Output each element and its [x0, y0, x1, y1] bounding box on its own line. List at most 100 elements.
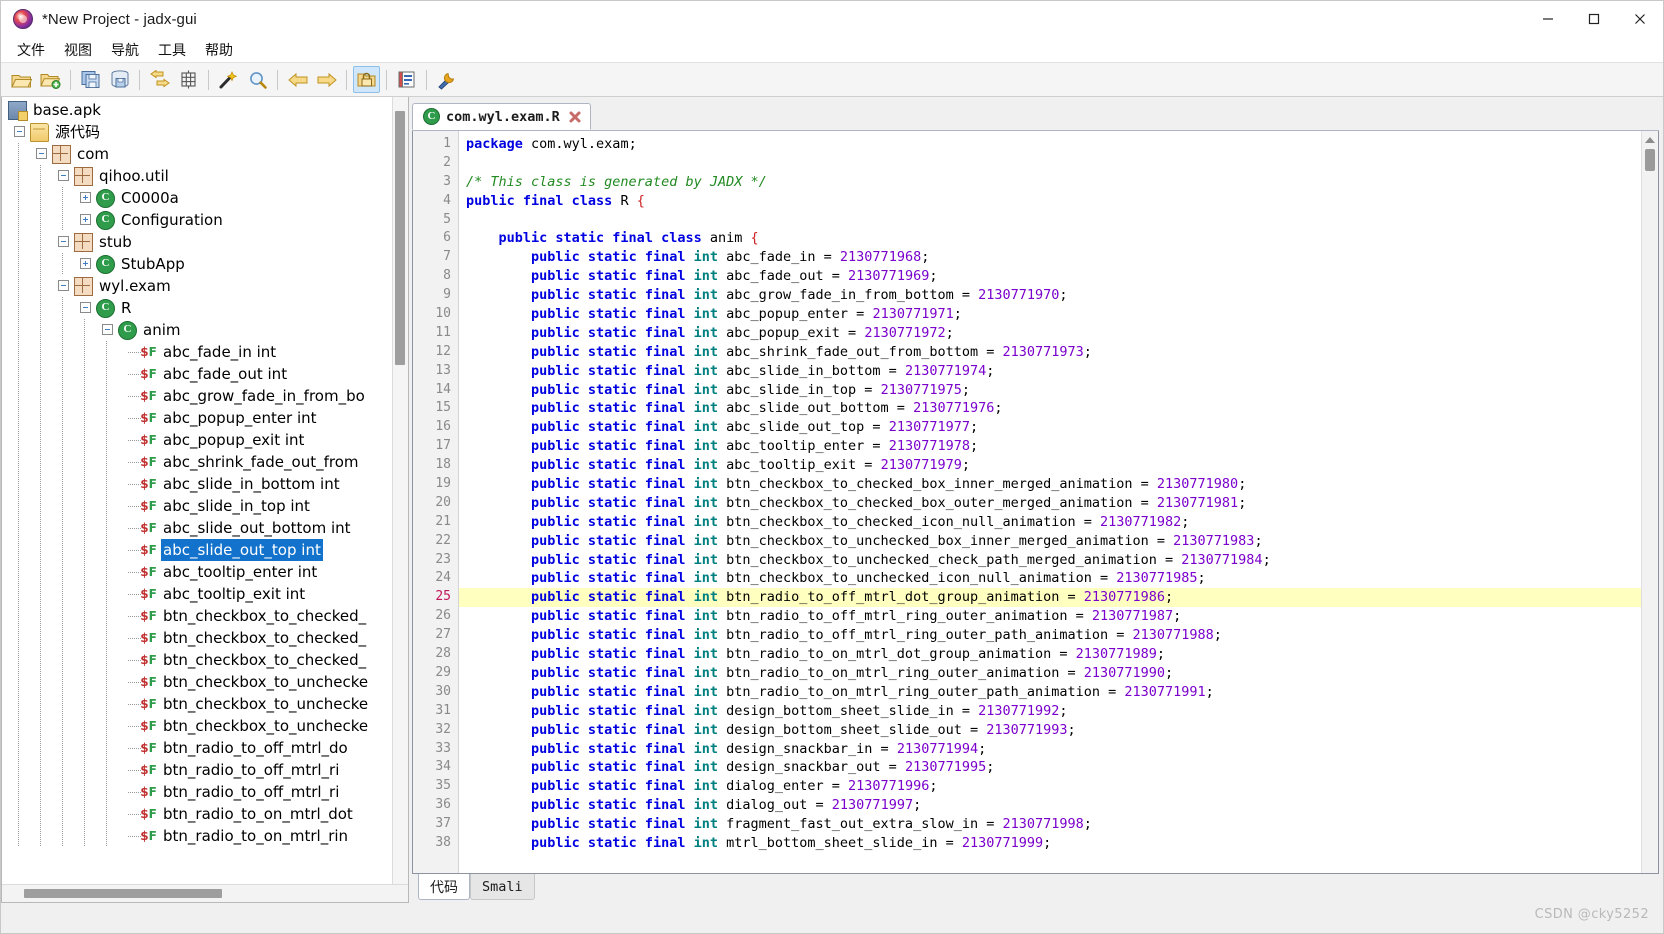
code-line[interactable]: public static final int btn_checkbox_to_… — [459, 513, 1641, 532]
code-line[interactable]: public final class R { — [459, 192, 1641, 211]
export-gradle-icon[interactable] — [106, 66, 133, 93]
menu-item-view[interactable]: 视图 — [55, 38, 101, 62]
tree-node[interactable]: $F abc_slide_out_top int — [2, 539, 408, 561]
close-icon[interactable] — [1617, 1, 1663, 37]
menu-item-navigation[interactable]: 导航 — [102, 38, 148, 62]
code-line[interactable]: public static final int design_bottom_sh… — [459, 721, 1641, 740]
collapse-node-icon[interactable] — [58, 170, 69, 181]
minimize-icon[interactable] — [1525, 1, 1571, 37]
close-tab-icon[interactable] — [568, 109, 583, 124]
tree-vscroll-thumb[interactable] — [395, 111, 405, 365]
code-vscroll-thumb[interactable] — [1645, 149, 1655, 171]
code-line-highlighted[interactable]: public static final int btn_radio_to_off… — [459, 588, 1641, 608]
deobfuscation-icon[interactable] — [215, 66, 242, 93]
code-line[interactable]: public static final int dialog_enter = 2… — [459, 777, 1641, 796]
flatten-packages-icon[interactable] — [175, 66, 202, 93]
code-line[interactable]: public static final int abc_slide_out_to… — [459, 418, 1641, 437]
editor-tab-com-wyl-exam-r[interactable]: C com.wyl.exam.R — [412, 103, 591, 130]
tree-node[interactable]: $F btn_checkbox_to_checked_ — [2, 605, 408, 627]
back-icon[interactable] — [284, 66, 311, 93]
search-icon[interactable] — [244, 66, 271, 93]
code-line[interactable]: public static final int btn_checkbox_to_… — [459, 569, 1641, 588]
scroll-up-icon[interactable] — [1645, 137, 1655, 143]
tree-node[interactable]: CR — [2, 297, 408, 319]
project-tree[interactable]: base.apk 源代码 com qihoo.util C C0000a C Configur… — [2, 97, 408, 847]
code-line[interactable]: public static final int abc_tooltip_exit… — [459, 456, 1641, 475]
code-line[interactable]: public static final int abc_grow_fade_in… — [459, 286, 1641, 305]
tree-node[interactable]: $F btn_radio_to_on_mtrl_rin — [2, 825, 408, 847]
tree-node[interactable]: $F btn_radio_to_off_mtrl_ri — [2, 759, 408, 781]
tree-node[interactable]: $F abc_tooltip_enter int — [2, 561, 408, 583]
code-line[interactable]: /* This class is generated by JADX */ — [459, 173, 1641, 192]
tree-node[interactable]: qihoo.util — [2, 165, 408, 187]
open-file-icon[interactable] — [8, 66, 35, 93]
decompile-all-icon[interactable] — [353, 66, 380, 93]
code-line[interactable]: public static final int abc_fade_in = 21… — [459, 248, 1641, 267]
menu-item-tools[interactable]: 工具 — [149, 38, 195, 62]
expand-node-icon[interactable] — [80, 214, 91, 225]
tree-node[interactable]: C StubApp — [2, 253, 408, 275]
tree-node[interactable]: Canim — [2, 319, 408, 341]
tree-node[interactable]: com — [2, 143, 408, 165]
code-line[interactable]: public static final int btn_radio_to_off… — [459, 626, 1641, 645]
tree-node[interactable]: $F abc_tooltip_exit int — [2, 583, 408, 605]
maximize-icon[interactable] — [1571, 1, 1617, 37]
tree-node[interactable]: C C0000a — [2, 187, 408, 209]
tree-node[interactable]: $F abc_slide_out_bottom int — [2, 517, 408, 539]
tree-node[interactable]: $F abc_shrink_fade_out_from — [2, 451, 408, 473]
logs-icon[interactable] — [393, 66, 420, 93]
code-line[interactable] — [459, 211, 1641, 230]
code-line[interactable]: public static final int btn_radio_to_on_… — [459, 645, 1641, 664]
code-line[interactable]: public static final int design_bottom_sh… — [459, 702, 1641, 721]
source-code[interactable]: package com.wyl.exam; /* This class is g… — [459, 131, 1641, 873]
code-line[interactable]: public static final int abc_slide_in_bot… — [459, 362, 1641, 381]
save-all-icon[interactable] — [77, 66, 104, 93]
tree-node[interactable]: base.apk — [2, 99, 408, 121]
tree-vertical-scrollbar[interactable] — [392, 97, 408, 884]
tree-node[interactable]: stub — [2, 231, 408, 253]
code-viewport[interactable]: 1 2 3 4 5 6 7 8 9 10 11 12 13 14 15 16 17 18 19 20 21 22 23 24 2… — [413, 131, 1641, 873]
tree-horizontal-scrollbar[interactable] — [2, 884, 408, 902]
code-line[interactable]: public static final int dialog_out = 213… — [459, 796, 1641, 815]
tab-code[interactable]: 代码 — [418, 874, 470, 900]
tree-node[interactable]: $F btn_checkbox_to_unchecke — [2, 693, 408, 715]
collapse-node-icon[interactable] — [36, 148, 47, 159]
add-files-icon[interactable] — [37, 66, 64, 93]
tree-node[interactable]: $F abc_popup_exit int — [2, 429, 408, 451]
tree-node[interactable]: $F btn_radio_to_off_mtrl_do — [2, 737, 408, 759]
menu-item-file[interactable]: 文件 — [8, 38, 54, 62]
code-line[interactable]: public static final int btn_checkbox_to_… — [459, 551, 1641, 570]
code-line[interactable]: public static final int btn_checkbox_to_… — [459, 494, 1641, 513]
tree-node[interactable]: $F abc_slide_in_bottom int — [2, 473, 408, 495]
code-line[interactable]: public static final int abc_popup_enter … — [459, 305, 1641, 324]
code-line[interactable]: package com.wyl.exam; — [459, 135, 1641, 154]
tree-node[interactable]: $F btn_checkbox_to_checked_ — [2, 627, 408, 649]
code-line[interactable]: public static final int fragment_fast_ou… — [459, 815, 1641, 834]
menu-item-help[interactable]: 帮助 — [196, 38, 242, 62]
sync-icon[interactable] — [146, 66, 173, 93]
code-line[interactable]: public static final int abc_popup_exit =… — [459, 324, 1641, 343]
code-line[interactable]: public static final int btn_checkbox_to_… — [459, 532, 1641, 551]
code-line[interactable]: public static final int btn_radio_to_on_… — [459, 683, 1641, 702]
code-line[interactable]: public static final int abc_slide_in_top… — [459, 381, 1641, 400]
tree-node[interactable]: wyl.exam — [2, 275, 408, 297]
tree-node[interactable]: $F btn_radio_to_on_mtrl_dot — [2, 803, 408, 825]
code-line[interactable]: public static final int btn_radio_to_on_… — [459, 664, 1641, 683]
tree-node[interactable]: $F btn_checkbox_to_unchecke — [2, 671, 408, 693]
code-line[interactable]: public static final int design_snackbar_… — [459, 758, 1641, 777]
forward-icon[interactable] — [313, 66, 340, 93]
code-line[interactable]: public static final int abc_fade_out = 2… — [459, 267, 1641, 286]
code-editor[interactable]: 1 2 3 4 5 6 7 8 9 10 11 12 13 14 15 16 17 18 19 20 21 22 23 24 2… — [412, 131, 1659, 874]
tree-node[interactable]: $F abc_slide_in_top int — [2, 495, 408, 517]
tree-node[interactable]: 源代码 — [2, 121, 408, 143]
tree-node[interactable]: C Configuration — [2, 209, 408, 231]
collapse-node-icon[interactable] — [14, 126, 25, 137]
code-line[interactable]: public static final int btn_checkbox_to_… — [459, 475, 1641, 494]
code-line[interactable]: public static final class anim { — [459, 229, 1641, 248]
code-line[interactable] — [459, 154, 1641, 173]
code-line[interactable]: public static final int abc_shrink_fade_… — [459, 343, 1641, 362]
expand-node-icon[interactable] — [80, 258, 91, 269]
code-line[interactable]: public static final int btn_radio_to_off… — [459, 607, 1641, 626]
tree-node[interactable]: $F abc_fade_out int — [2, 363, 408, 385]
tree-node[interactable]: $F btn_checkbox_to_checked_ — [2, 649, 408, 671]
